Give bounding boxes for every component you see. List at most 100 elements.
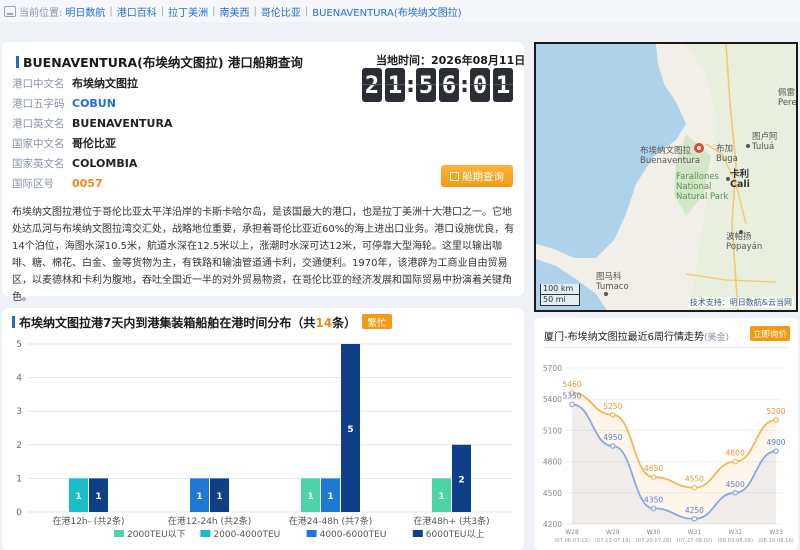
breadcrumb-separator: | [109,5,113,17]
breadcrumb-separator: | [212,5,216,17]
x-tick-label: W30 [647,529,661,536]
bar-value-label: 1 [438,492,444,502]
data-label: 4550 [685,475,704,484]
legend-swatch [412,530,423,537]
data-point [610,411,616,418]
data-label: 5200 [766,407,785,416]
map-label-buga: 布加 Buga [716,144,738,164]
y-tick-label: 0 [16,508,22,518]
bar-value-label: 2 [458,475,464,485]
clock-digit: 0 [470,68,490,102]
x-tick-sublabel: (07.20-07.26) [636,538,672,544]
y-tick-label: 5400 [543,395,562,404]
y-tick-label: 1 [16,474,22,484]
data-label: 4800 [726,449,745,458]
field-country-en-name: 国家英文名 COLOMBIA [12,156,138,170]
x-tick-label: 在港12h- (共2条) [52,515,124,527]
y-tick-label: 5100 [543,426,562,435]
map-label-tulua: 图卢阿 Tuluá [752,132,778,152]
data-point [569,401,575,408]
data-label: 4650 [644,464,663,473]
local-clock: 2 1 : 5 6 : 0 1 [362,68,513,102]
data-point [773,448,779,455]
breadcrumb-link-colombia[interactable]: 哥伦比亚 [261,4,301,19]
data-point [691,484,698,491]
breadcrumb-separator: | [253,5,257,17]
breadcrumb-link-home[interactable]: 明日数航 [65,4,105,19]
x-tick-sublabel: (07.13-07.19) [595,538,631,544]
y-tick-label: 4500 [543,489,562,498]
data-point [650,505,657,512]
bar-chart-title: 布埃纳文图拉港7天内到港集装箱船舶在港时间分布（共14条） [12,314,356,331]
bar-value-label: 1 [216,492,222,502]
port-description: 布埃纳文图拉港位于哥伦比亚太平洋沿岸的卡斯卡哈尔岛，是该国最大的港口，也是拉丁美… [12,207,515,303]
data-point [732,458,739,465]
legend-swatch [114,530,124,537]
x-tick-label: W32 [728,529,742,536]
clock-digit: 5 [416,68,436,102]
clock-digit: 6 [439,68,459,102]
clock-colon: : [460,72,469,98]
map-credit: 技术支持：明日数航&云当网 [687,297,794,308]
bar-value-label: 1 [196,492,202,502]
data-point [650,474,657,481]
data-label: 4350 [644,495,663,504]
x-tick-label: W28 [565,529,579,536]
clock-digit: 1 [493,68,513,102]
field-dial-code: 国际区号 0057 [12,176,103,190]
busy-badge: 繁忙 [362,314,392,329]
breadcrumb-separator: | [160,5,165,17]
data-label: 5350 [562,391,581,400]
port-map[interactable]: 布埃纳文图拉 Buenaventura 图卢阿 Tuluá 布加 Buga 卡利… [534,42,798,312]
legend-swatch [306,530,317,537]
data-label: 4500 [726,480,745,489]
map-label-buenaventura: 布埃纳文图拉 Buenaventura [640,146,701,166]
x-tick-sublabel: (08.10-08.16) [758,538,794,544]
data-label: 5460 [562,380,581,389]
field-port-code: 港口五字码 COBUN [12,96,116,110]
data-point [773,417,779,423]
breadcrumb: 当前位置: 明日数航 | 港口百科 | 拉丁美洲 | 南美西 | 哥伦比亚 | … [0,0,800,22]
map-label-farallones: Farallones National Natural Park [676,172,729,202]
y-tick-label: 5 [16,340,22,350]
field-country-cn-name: 国家中文名 哥伦比亚 [12,137,116,150]
divider [544,347,790,348]
x-tick-label: W29 [606,529,620,536]
field-port-en-name: 港口英文名 BUENAVENTURA [12,116,173,130]
bar-value-label: 1 [327,492,333,502]
data-label: 5250 [603,402,622,411]
y-tick-label: 3 [16,407,22,417]
quote-button[interactable]: 立即询价 [750,326,790,341]
breadcrumb-link-south-america-west[interactable]: 南美西 [220,4,250,19]
map-label-cali: 卡利 Cali [730,169,750,190]
data-label: 4250 [685,506,704,515]
clock-colon: : [406,72,415,98]
map-land [536,44,796,310]
local-time-label: 当地时间：2026年08月11日 [376,54,526,67]
data-point [732,490,739,496]
breadcrumb-link-buenaventura[interactable]: BUENAVENTURA(布埃纳文图拉) [312,4,461,19]
legend-swatch [200,530,211,537]
x-tick-sublabel: (07.06-07.12) [554,538,590,544]
breadcrumb-separator: | [304,5,309,17]
x-tick-label: W33 [769,529,783,536]
x-tick-sublabel: (07.27-08.02) [677,538,713,544]
bar-value-label: 1 [307,492,313,502]
y-tick-label: 5700 [543,364,562,373]
map-label-pereira: 佩雷 Pere [778,88,797,108]
y-tick-label: 4800 [543,458,562,467]
y-tick-label: 2 [16,441,22,451]
x-tick-label: 在港12-24h (共2条) [168,515,251,527]
calendar-icon [450,171,459,181]
breadcrumb-link-latin-america[interactable]: 拉丁美洲 [168,4,208,19]
schedule-query-button[interactable]: 船期查询 [441,165,513,187]
y-tick-label: 4200 [543,520,562,529]
data-label: 4900 [766,438,785,447]
freight-trend-line-chart: 4200 4500 4800 5100 5400 57005460 5250 4650 4550… [543,364,794,544]
legend-label: 2000-4000TEU [213,530,280,540]
clock-digit: 1 [385,68,405,102]
breadcrumb-link-port-wiki[interactable]: 港口百科 [117,4,157,19]
bar-value-label: 5 [347,425,353,435]
data-point [610,443,616,449]
bar-value-label: 1 [95,492,101,502]
